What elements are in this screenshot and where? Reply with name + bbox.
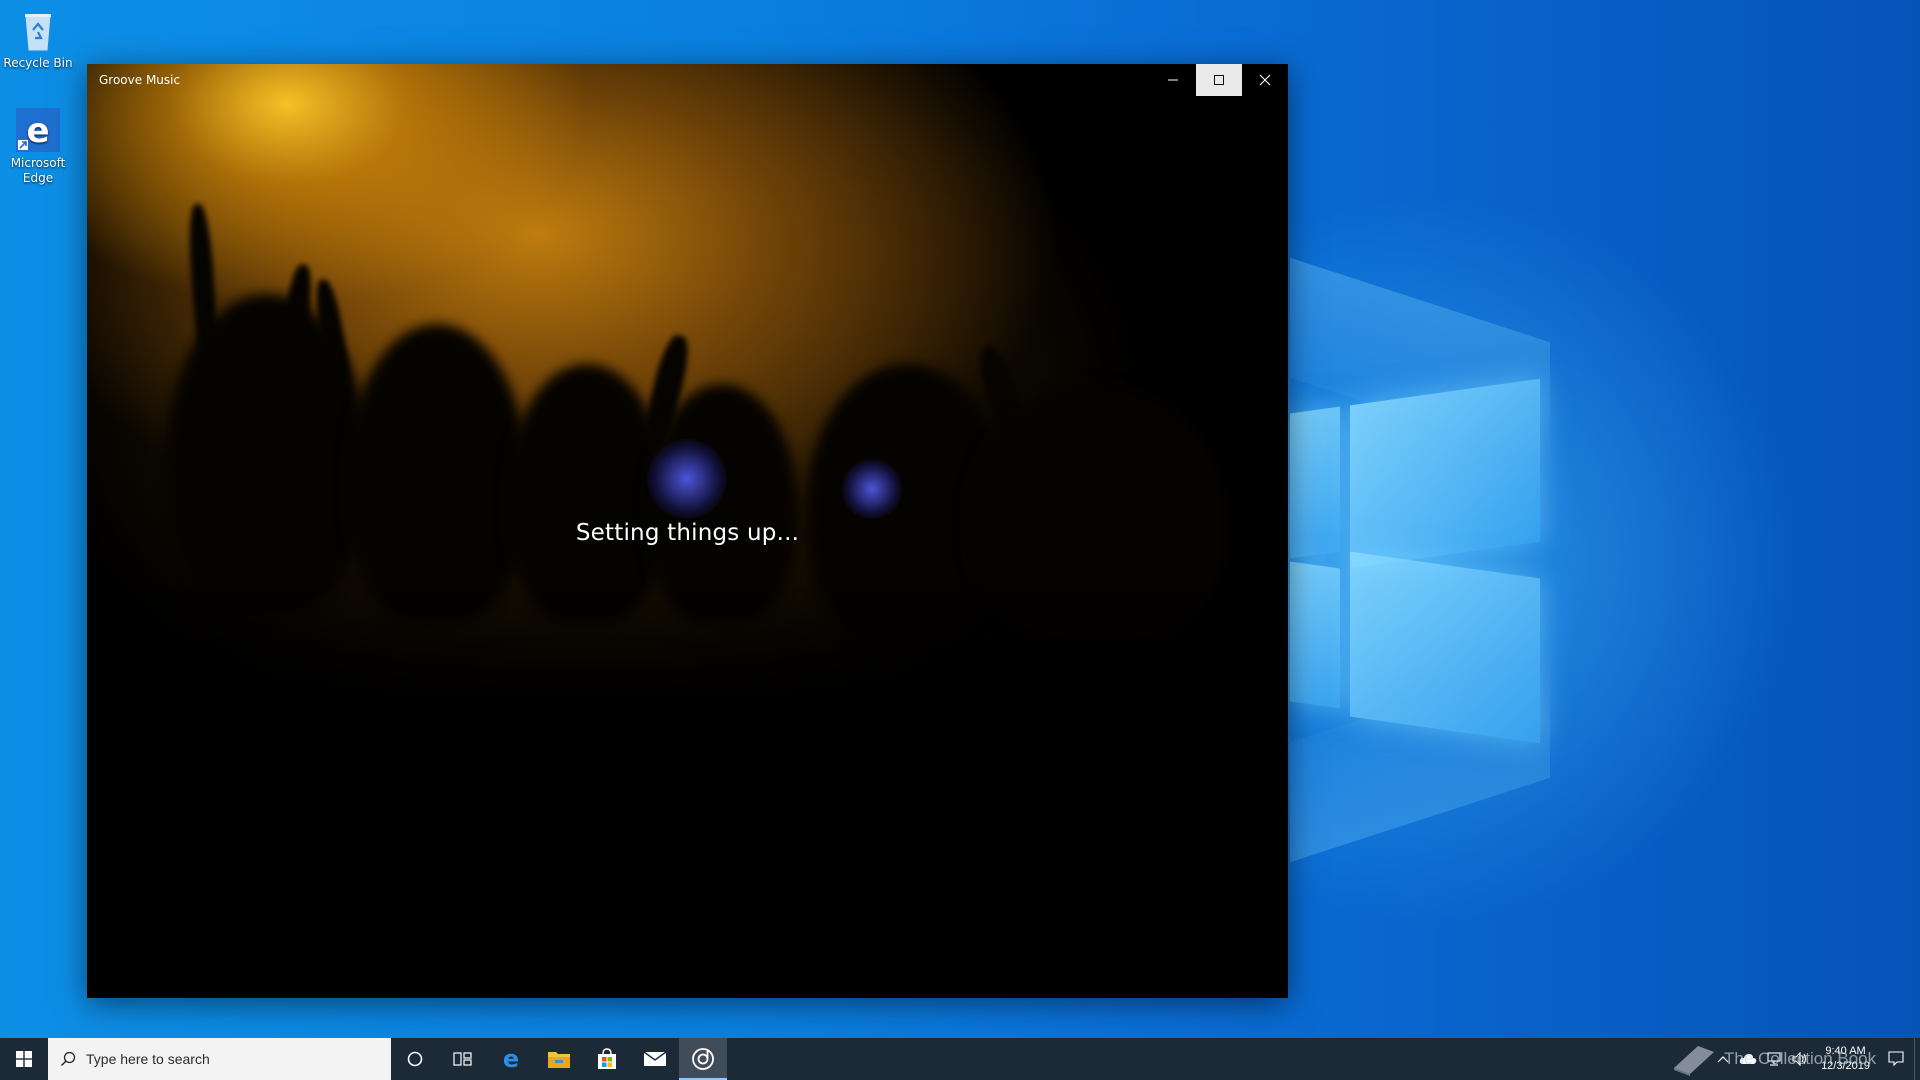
network-icon <box>1767 1052 1781 1066</box>
taskbar-file-explorer-button[interactable] <box>535 1038 583 1080</box>
show-hidden-icons-button[interactable] <box>1711 1038 1735 1080</box>
taskbar: Type here to search e 9:40 AM 12/3/2019 <box>0 1038 1920 1080</box>
desktop-icon-recycle-bin[interactable]: Recycle Bin <box>0 6 76 71</box>
task-view-button[interactable] <box>439 1038 487 1080</box>
start-button[interactable] <box>0 1038 48 1080</box>
system-tray: 9:40 AM 12/3/2019 <box>1711 1038 1920 1080</box>
taskbar-edge-button[interactable]: e <box>487 1038 535 1080</box>
notification-icon <box>1888 1051 1904 1067</box>
wallpaper-windows-logo-pane <box>1350 378 1540 569</box>
taskbar-store-button[interactable] <box>583 1038 631 1080</box>
wallpaper-windows-logo-pane <box>1350 551 1540 744</box>
taskbar-search-box[interactable]: Type here to search <box>48 1038 391 1080</box>
volume-button[interactable] <box>1787 1038 1813 1080</box>
svg-text:e: e <box>503 1047 519 1071</box>
network-button[interactable] <box>1761 1038 1787 1080</box>
groove-music-icon <box>692 1048 714 1070</box>
desktop-icon-label: Recycle Bin <box>3 56 73 70</box>
loading-status-text: Setting things up... <box>575 520 800 546</box>
desktop-icon-microsoft-edge[interactable]: e Microsoft Edge <box>0 106 76 186</box>
minimize-button[interactable] <box>1150 64 1196 96</box>
file-explorer-icon <box>548 1052 570 1068</box>
window-title: Groove Music <box>99 73 181 87</box>
search-icon <box>61 1051 76 1066</box>
groove-music-window[interactable]: Groove Music Setting things up... <box>87 64 1288 998</box>
close-icon <box>1259 74 1271 86</box>
speaker-icon <box>1792 1052 1807 1066</box>
window-titlebar[interactable]: Groove Music <box>87 64 1288 96</box>
clock-date: 12/3/2019 <box>1821 1060 1870 1072</box>
cortana-button[interactable] <box>391 1038 439 1080</box>
task-view-icon <box>453 1052 472 1066</box>
crowd-shadow <box>87 564 1288 998</box>
windows-logo-icon <box>16 1051 32 1067</box>
edge-icon: e <box>503 1047 519 1071</box>
mail-icon <box>643 1051 667 1066</box>
taskbar-groove-music-button[interactable] <box>679 1038 727 1080</box>
wallpaper-windows-logo-pane <box>1290 561 1340 709</box>
close-button[interactable] <box>1242 64 1288 96</box>
search-placeholder: Type here to search <box>86 1051 210 1067</box>
maximize-icon <box>1214 75 1224 85</box>
svg-text:e: e <box>26 111 49 151</box>
minimize-icon <box>1168 79 1178 81</box>
action-center-button[interactable] <box>1878 1038 1914 1080</box>
stage-light-bokeh <box>647 439 727 519</box>
desktop-icon-label: Microsoft Edge <box>10 156 66 185</box>
cortana-icon <box>407 1051 423 1067</box>
recycle-bin-icon <box>14 6 62 54</box>
maximize-button[interactable] <box>1196 64 1242 96</box>
cloud-icon <box>1739 1054 1757 1064</box>
stage-light-bokeh <box>842 459 902 519</box>
show-desktop-button[interactable] <box>1914 1038 1920 1080</box>
clock-time: 9:40 AM <box>1825 1045 1866 1057</box>
chevron-up-icon <box>1717 1056 1729 1063</box>
store-icon <box>598 1048 616 1069</box>
onedrive-button[interactable] <box>1735 1038 1761 1080</box>
edge-icon: e <box>14 106 62 154</box>
taskbar-mail-button[interactable] <box>631 1038 679 1080</box>
wallpaper-windows-logo-pane <box>1290 406 1340 559</box>
taskbar-clock[interactable]: 9:40 AM 12/3/2019 <box>1813 1044 1878 1074</box>
